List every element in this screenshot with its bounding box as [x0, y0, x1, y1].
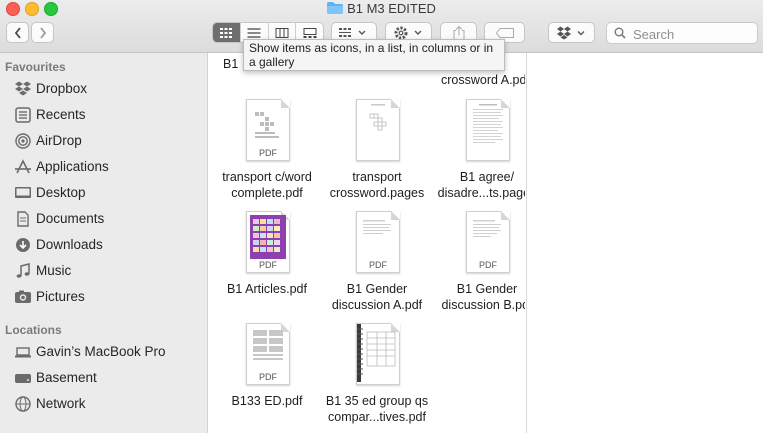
gear-icon — [394, 26, 421, 39]
drive-icon — [15, 374, 31, 383]
sidebar-item-desktop[interactable]: Desktop — [0, 181, 207, 205]
pdf-document-icon: PDF — [246, 211, 290, 273]
file-name-line1: transport c/word — [222, 170, 312, 184]
sidebar-item-dropbox[interactable]: Dropbox — [0, 77, 207, 101]
pages-document-icon — [356, 99, 400, 161]
pictures-icon — [15, 290, 31, 303]
file-name-line1: B1 Articles.pdf — [227, 282, 307, 296]
file-name-line1: B1 Gender — [456, 282, 518, 296]
file-name-line2: complete.pdf — [231, 186, 303, 200]
pdf-document-icon: PDF — [246, 99, 290, 161]
sidebar-item-label: AirDrop — [36, 133, 82, 148]
tag-icon — [495, 27, 514, 38]
downloads-icon — [16, 238, 30, 252]
file-name-line1: B1 35 ed group qs — [325, 394, 429, 408]
view-icons-button[interactable] — [213, 23, 240, 42]
sidebar-item-label: Music — [36, 263, 72, 278]
file-icon-grid: B1 rt crossword A.pdf PDF transport c/wo… — [209, 53, 525, 433]
sidebar: Favourites Dropbox Recents AirDrop Appli… — [0, 53, 208, 433]
group-icon — [339, 27, 366, 37]
sidebar-item-applications[interactable]: Applications — [0, 155, 207, 179]
locations-heading: Locations — [5, 323, 62, 337]
sidebar-item-pictures[interactable]: Pictures — [0, 285, 207, 309]
network-icon — [15, 396, 31, 412]
sidebar-item-downloads[interactable]: Downloads — [0, 233, 207, 257]
sidebar-item-recents[interactable]: Recents — [0, 103, 207, 127]
chevron-left-icon — [14, 26, 21, 39]
file-name-line2: discussion B.pdf — [441, 298, 525, 312]
sidebar-item-label: Pictures — [36, 289, 85, 304]
sidebar-item-label: Applications — [36, 159, 109, 174]
file-name-line2: discussion A.pdf — [331, 298, 423, 312]
sidebar-item-documents[interactable]: Documents — [0, 207, 207, 231]
file-type-tag: PDF — [259, 372, 277, 382]
file-name-line1: B133 ED.pdf — [231, 394, 303, 408]
sidebar-item-label: Documents — [36, 211, 105, 226]
file-name[interactable]: crossword A.pdf — [431, 72, 525, 88]
pdf-document-icon — [356, 323, 400, 385]
file-type-tag: PDF — [369, 260, 387, 270]
gallery-icon — [303, 27, 317, 38]
list-icon — [247, 27, 261, 38]
sidebar-item-macbook[interactable]: Gavin’s MacBook Pro — [0, 340, 207, 364]
dropbox-button[interactable] — [548, 22, 595, 43]
file-type-tag: PDF — [259, 260, 277, 270]
dropbox-icon — [15, 81, 31, 96]
search-input[interactable] — [631, 24, 755, 44]
desktop-icon — [15, 187, 31, 198]
columns-icon — [275, 27, 289, 38]
pdf-document-icon: PDF — [356, 211, 400, 273]
search-field[interactable] — [606, 22, 758, 44]
grid-icon — [220, 27, 233, 38]
file-name-line1: B1 Gender — [346, 282, 408, 296]
documents-icon — [17, 211, 29, 227]
pdf-document-icon: PDF — [466, 211, 510, 273]
file-name-line1: B1 agree/ — [459, 170, 515, 184]
laptop-icon — [15, 347, 31, 358]
folder-icon — [327, 2, 344, 14]
file-name-line2: compar...tives.pdf — [328, 410, 426, 424]
file-name-line2: disadre...ts.pages — [437, 186, 525, 200]
sidebar-item-label: Dropbox — [36, 81, 88, 96]
chevron-right-icon — [39, 26, 46, 39]
file-type-tag: PDF — [479, 260, 497, 270]
music-icon — [16, 263, 30, 278]
window-title: B1 M3 EDITED — [0, 0, 763, 18]
back-button[interactable] — [6, 22, 29, 43]
sidebar-item-label: Network — [36, 396, 86, 411]
sidebar-item-airdrop[interactable]: AirDrop — [0, 129, 207, 153]
file-name-line2: crossword.pages — [329, 186, 425, 200]
sidebar-item-basement[interactable]: Basement — [0, 366, 207, 390]
file-type-tag: PDF — [259, 148, 277, 158]
sidebar-item-network[interactable]: Network — [0, 392, 207, 416]
file-name-line1: transport — [352, 170, 402, 184]
sidebar-item-label: Basement — [36, 370, 97, 385]
pages-document-icon — [466, 99, 510, 161]
favourites-heading: Favourites — [5, 60, 66, 74]
sidebar-item-label: Gavin’s MacBook Pro — [36, 344, 166, 359]
search-icon — [614, 27, 626, 39]
recents-icon — [15, 107, 31, 123]
dropbox-icon — [556, 26, 584, 39]
window-title-text: B1 M3 EDITED — [347, 1, 436, 16]
applications-icon — [15, 159, 31, 174]
pdf-document-icon: PDF — [246, 323, 290, 385]
preview-pane — [526, 53, 763, 433]
airdrop-icon — [15, 133, 31, 149]
view-mode-tooltip: Show items as icons, in a list, in colum… — [243, 39, 505, 71]
forward-button[interactable] — [31, 22, 54, 43]
sidebar-item-music[interactable]: Music — [0, 259, 207, 283]
sidebar-item-label: Downloads — [36, 237, 103, 252]
sidebar-item-label: Desktop — [36, 185, 86, 200]
sidebar-item-label: Recents — [36, 107, 86, 122]
share-icon — [453, 25, 464, 40]
